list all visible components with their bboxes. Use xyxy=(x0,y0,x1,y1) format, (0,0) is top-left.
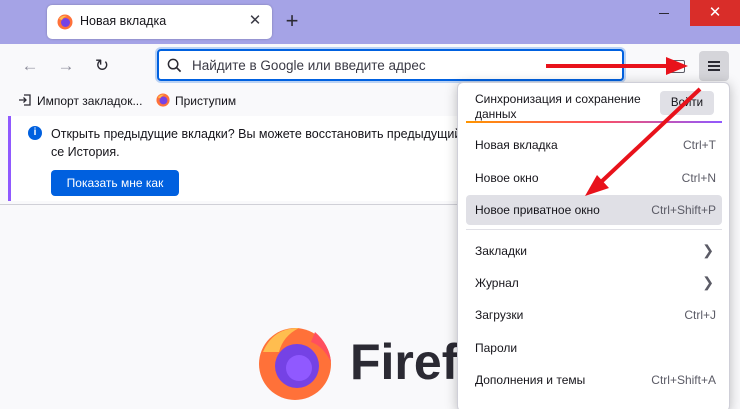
menu-item-bookmarks[interactable]: Закладки ❯ xyxy=(466,236,722,266)
app-menu-button[interactable] xyxy=(699,51,729,81)
bookmark-label: Приступим xyxy=(175,94,237,108)
menu-item-shortcut: Ctrl+Shift+A xyxy=(651,373,716,387)
menu-item-downloads[interactable]: Загрузки Ctrl+J xyxy=(466,300,722,330)
app-menu-panel: Синхронизация и сохранение данных Войти … xyxy=(457,82,730,409)
menu-item-new-window[interactable]: Новое окно Ctrl+N xyxy=(466,163,722,193)
firefox-logo-icon xyxy=(259,328,331,400)
minimize-icon xyxy=(659,13,669,14)
menu-item-label: Закладки xyxy=(475,244,527,258)
search-icon xyxy=(167,58,182,73)
menu-item-history[interactable]: Журнал ❯ xyxy=(466,268,722,298)
url-bar[interactable]: Найдите в Google или введите адрес xyxy=(157,49,624,81)
menu-item-shortcut: Ctrl+N xyxy=(681,171,716,185)
notification-message: Открыть предыдущие вкладки? Вы можете во… xyxy=(51,127,462,159)
menu-separator xyxy=(466,229,722,230)
bookmark-import[interactable]: Импорт закладок... xyxy=(18,93,148,109)
tab-new-tab[interactable]: Новая вкладка ✕ xyxy=(47,5,272,39)
minimize-button[interactable] xyxy=(650,0,680,26)
chevron-right-icon: ❯ xyxy=(702,242,714,258)
menu-item-shortcut: Ctrl+J xyxy=(684,308,716,322)
sign-in-button[interactable]: Войти xyxy=(660,91,714,115)
title-bar: Новая вкладка ✕ + ✕ xyxy=(0,0,740,44)
menu-item-label: Новое приватное окно xyxy=(475,203,600,217)
info-icon: i xyxy=(28,126,42,140)
tab-close-icon[interactable]: ✕ xyxy=(246,12,264,30)
menu-item-label: Новое окно xyxy=(475,171,539,185)
hamburger-icon xyxy=(708,61,720,63)
menu-item-label: Загрузки xyxy=(475,308,524,322)
sync-gradient-divider xyxy=(466,121,722,123)
show-me-how-button[interactable]: Показать мне как xyxy=(51,170,179,196)
menu-item-passwords[interactable]: Пароли xyxy=(466,333,722,363)
bookmark-getting-started[interactable]: Приступим xyxy=(156,93,256,109)
menu-item-label: Дополнения и темы xyxy=(475,373,586,387)
menu-item-label: Новая вкладка xyxy=(475,138,558,152)
menu-item-shortcut: Ctrl+Shift+P xyxy=(651,203,716,217)
sync-title: Синхронизация и сохранение данных xyxy=(475,92,641,121)
menu-item-new-tab[interactable]: Новая вкладка Ctrl+T xyxy=(466,130,722,160)
forward-button[interactable]: → xyxy=(54,54,78,78)
menu-item-shortcut: Ctrl+T xyxy=(683,138,716,152)
reload-button[interactable]: ↻ xyxy=(90,54,114,78)
menu-item-label: Журнал xyxy=(475,276,519,290)
divider xyxy=(0,204,460,205)
back-button[interactable]: ← xyxy=(18,54,42,78)
menu-item-addons-themes[interactable]: Дополнения и темы Ctrl+Shift+A xyxy=(466,365,722,395)
tab-title: Новая вкладка xyxy=(80,14,167,28)
import-icon xyxy=(19,94,31,106)
pocket-icon[interactable] xyxy=(669,60,685,73)
new-tab-button[interactable]: + xyxy=(280,10,304,34)
menu-item-new-private-window[interactable]: Новое приватное окно Ctrl+Shift+P xyxy=(466,195,722,225)
firefox-icon xyxy=(156,93,170,107)
bookmark-label: Импорт закладок... xyxy=(37,94,143,108)
restore-tabs-notification: i Открыть предыдущие вкладки? Вы можете … xyxy=(8,116,468,201)
url-placeholder: Найдите в Google или введите адрес xyxy=(192,58,426,73)
menu-item-label: Пароли xyxy=(475,341,518,355)
chevron-right-icon: ❯ xyxy=(702,274,714,290)
firefox-icon xyxy=(57,14,73,30)
close-window-button[interactable]: ✕ xyxy=(690,0,740,26)
